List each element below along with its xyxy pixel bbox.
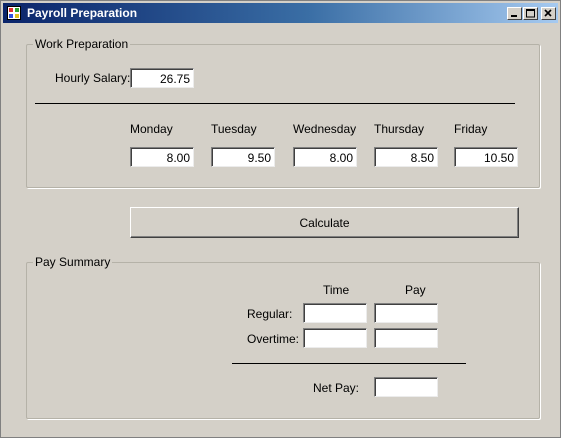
work-divider <box>35 103 515 104</box>
minimize-button[interactable] <box>507 7 522 20</box>
overtime-label: Overtime: <box>247 332 300 346</box>
regular-label: Regular: <box>247 307 293 321</box>
app-icon <box>7 6 21 20</box>
hourly-salary-label: Hourly Salary: <box>55 71 131 85</box>
wednesday-label: Wednesday <box>293 122 357 136</box>
title-bar[interactable]: Payroll Preparation <box>3 3 558 23</box>
friday-hours-input[interactable] <box>454 147 518 167</box>
monday-label: Monday <box>130 122 173 136</box>
overtime-time-input[interactable] <box>303 328 367 348</box>
tuesday-hours-input[interactable] <box>211 147 275 167</box>
net-pay-input[interactable] <box>374 377 438 397</box>
thursday-hours-input[interactable] <box>374 147 438 167</box>
payroll-window: Payroll Preparation Work Preparation Hou… <box>0 0 561 438</box>
overtime-pay-input[interactable] <box>374 328 438 348</box>
pay-divider <box>232 363 466 364</box>
regular-pay-input[interactable] <box>374 303 438 323</box>
monday-hours-input[interactable] <box>130 147 194 167</box>
work-preparation-legend: Work Preparation <box>35 37 129 51</box>
maximize-button[interactable] <box>523 7 538 20</box>
hourly-salary-input[interactable] <box>130 68 194 88</box>
maximize-icon <box>526 9 535 18</box>
net-pay-label: Net Pay: <box>313 381 360 395</box>
calculate-button[interactable]: Calculate <box>130 207 519 238</box>
friday-label: Friday <box>454 122 488 136</box>
close-button[interactable] <box>541 7 556 20</box>
thursday-label: Thursday <box>374 122 425 136</box>
window-title: Payroll Preparation <box>27 6 138 20</box>
wednesday-hours-input[interactable] <box>293 147 357 167</box>
time-header: Time <box>323 283 350 297</box>
regular-time-input[interactable] <box>303 303 367 323</box>
tuesday-label: Tuesday <box>211 122 257 136</box>
pay-header: Pay <box>405 283 426 297</box>
minimize-icon <box>511 15 517 17</box>
pay-summary-legend: Pay Summary <box>35 255 111 269</box>
close-icon <box>544 9 552 17</box>
